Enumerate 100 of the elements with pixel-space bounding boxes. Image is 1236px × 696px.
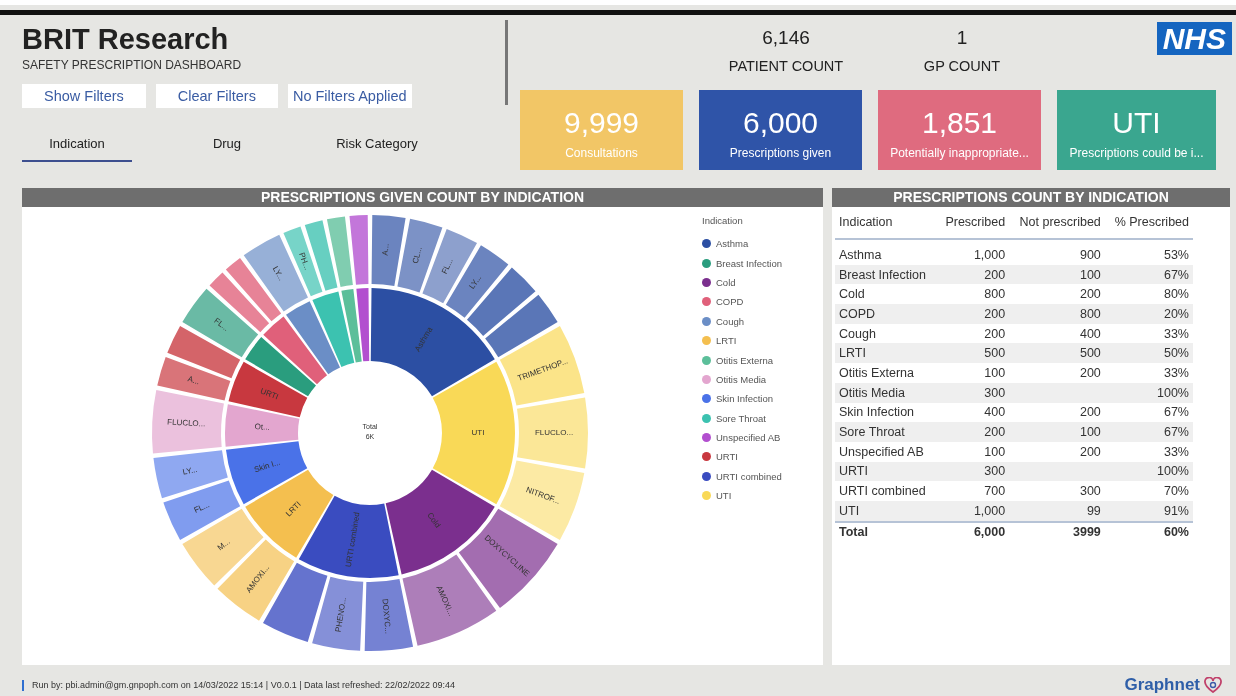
- segment-label: FL...: [192, 500, 211, 515]
- table-cell: 200: [984, 306, 1006, 321]
- segment-label: M...: [215, 537, 232, 553]
- segment-label: PH...: [297, 251, 312, 271]
- sunburst-segment[interactable]: [225, 404, 300, 447]
- table-cell: 700: [984, 484, 1006, 499]
- sunburst-segment[interactable]: [397, 218, 443, 293]
- table-cell: 70%: [1163, 484, 1189, 499]
- table-cell: Cough: [839, 326, 876, 341]
- column-header[interactable]: Indication: [835, 211, 937, 239]
- table-cell: 200: [984, 267, 1006, 282]
- sunburst-segment[interactable]: [432, 361, 515, 505]
- legend-label: URTI combined: [716, 470, 782, 482]
- legend-label: Cough: [716, 315, 744, 327]
- segment-label: LY...: [181, 464, 199, 477]
- table-cell: 100%: [1157, 385, 1189, 400]
- table-cell: Cold: [839, 287, 865, 302]
- kpi-value: UTI: [1111, 106, 1162, 140]
- tab[interactable]: Drug: [172, 136, 282, 162]
- table-cell: URTI combined: [839, 484, 926, 499]
- stat-label: PATIENT COUNT: [727, 58, 845, 74]
- dashboard-subtitle: SAFETY PRESCRIPTION DASHBOARD: [22, 58, 243, 72]
- sunburst-segment[interactable]: [371, 215, 406, 286]
- sunburst-segment[interactable]: [312, 576, 364, 651]
- table-cell: 300: [984, 385, 1006, 400]
- table-cell: Unspecified AB: [839, 444, 924, 459]
- brand-name: Graphnet: [1124, 675, 1200, 695]
- logo: NHS: [1156, 22, 1232, 55]
- sunburst-segment[interactable]: [157, 357, 231, 401]
- table-cell: 33%: [1163, 444, 1189, 459]
- segment-label: URTI: [259, 386, 280, 402]
- legend-label: UTI: [716, 490, 732, 502]
- sunburst-segment[interactable]: [370, 288, 495, 397]
- table-cell: 200: [1079, 365, 1101, 380]
- tab[interactable]: Risk Category: [322, 136, 432, 162]
- sunburst-segment[interactable]: [485, 294, 558, 358]
- segment-label: A...: [186, 374, 201, 387]
- table-cell: Otitis Externa: [839, 365, 915, 380]
- heart-icon: [1204, 677, 1222, 693]
- filter-button[interactable]: Show Filters: [22, 84, 146, 108]
- legend-label: Otitis Externa: [716, 354, 774, 366]
- table-cell: 67%: [1163, 425, 1189, 440]
- legend-label: Otitis Media: [716, 373, 767, 385]
- sunburst-segment[interactable]: [163, 480, 241, 540]
- table-cell: 100: [984, 365, 1006, 380]
- segment-label: CL...: [410, 245, 424, 265]
- sunburst-segment[interactable]: [466, 267, 536, 337]
- legend-label: COPD: [716, 296, 744, 308]
- segment-label: LY...: [467, 273, 484, 291]
- table-cell: 300: [984, 464, 1006, 479]
- footer-info: Run by: pbi.admin@gm.gnpoph.com on 14/03/2022 15:14 | V0.0.1 | Data last refreshed: 22/02/2022 09:44: [32, 680, 457, 690]
- legend-label: URTI: [716, 451, 738, 463]
- dashboard-title: BRIT Research: [22, 23, 230, 56]
- sunburst-segment[interactable]: [263, 316, 328, 385]
- table-cell: 53%: [1163, 247, 1189, 262]
- filter-button[interactable]: Clear Filters: [155, 84, 278, 108]
- sunburst-segment[interactable]: [245, 337, 316, 397]
- table-cell: 91%: [1163, 503, 1189, 518]
- column-header[interactable]: Prescribed: [936, 211, 1010, 239]
- stat-value: 1: [955, 27, 969, 49]
- table-cell: 67%: [1163, 267, 1189, 282]
- table-cell: 400: [984, 405, 1006, 420]
- table-cell: 900: [1079, 247, 1101, 262]
- sunburst-segment[interactable]: [217, 539, 295, 621]
- sunburst-segment[interactable]: [356, 288, 370, 362]
- table-cell: 500: [984, 346, 1006, 361]
- sunburst-segment[interactable]: [458, 508, 558, 608]
- kpi-label: Potentially inappropriate...: [889, 146, 1030, 160]
- table-cell: 80%: [1163, 287, 1189, 302]
- kpi-label: Prescriptions given: [728, 146, 833, 160]
- table-cell: 99: [1086, 503, 1101, 518]
- column-header[interactable]: % Prescribed: [1104, 211, 1193, 239]
- table-cell: 1,000: [973, 503, 1006, 518]
- total-cell: 6,000: [973, 525, 1006, 540]
- column-header[interactable]: Not prescribed: [1009, 211, 1105, 239]
- kpi-label: Consultations: [564, 146, 639, 160]
- total-cell: 3999: [1073, 525, 1101, 540]
- stat-label: GP COUNT: [922, 58, 1002, 74]
- sunburst-segment[interactable]: [499, 326, 585, 406]
- filter-button[interactable]: No Filters Applied: [287, 84, 412, 108]
- legend-label: Skin Infection: [716, 393, 774, 405]
- legend-label: LRTI: [716, 335, 737, 347]
- table-cell: 200: [984, 425, 1006, 440]
- segment-label: URTI combined: [343, 511, 362, 568]
- table-cell: 67%: [1163, 405, 1189, 420]
- segment-label: PHENO...: [333, 596, 348, 633]
- sunburst-segment[interactable]: [341, 288, 362, 363]
- table-cell: 100: [1079, 267, 1101, 282]
- table-cell: 300: [1079, 484, 1101, 499]
- table-cell: URTI: [839, 464, 868, 479]
- sunburst-segment[interactable]: [182, 288, 259, 358]
- sunburst-segment[interactable]: [286, 301, 341, 375]
- tab[interactable]: Indication: [22, 136, 132, 162]
- sunburst-segment[interactable]: [228, 361, 308, 418]
- segment-label: UTI: [471, 428, 485, 438]
- table-cell: 100: [984, 444, 1006, 459]
- sunburst-segment[interactable]: [364, 579, 414, 651]
- table-cell: 33%: [1163, 326, 1189, 341]
- segment-label: FL...: [439, 256, 455, 276]
- table-cell: 50%: [1163, 346, 1189, 361]
